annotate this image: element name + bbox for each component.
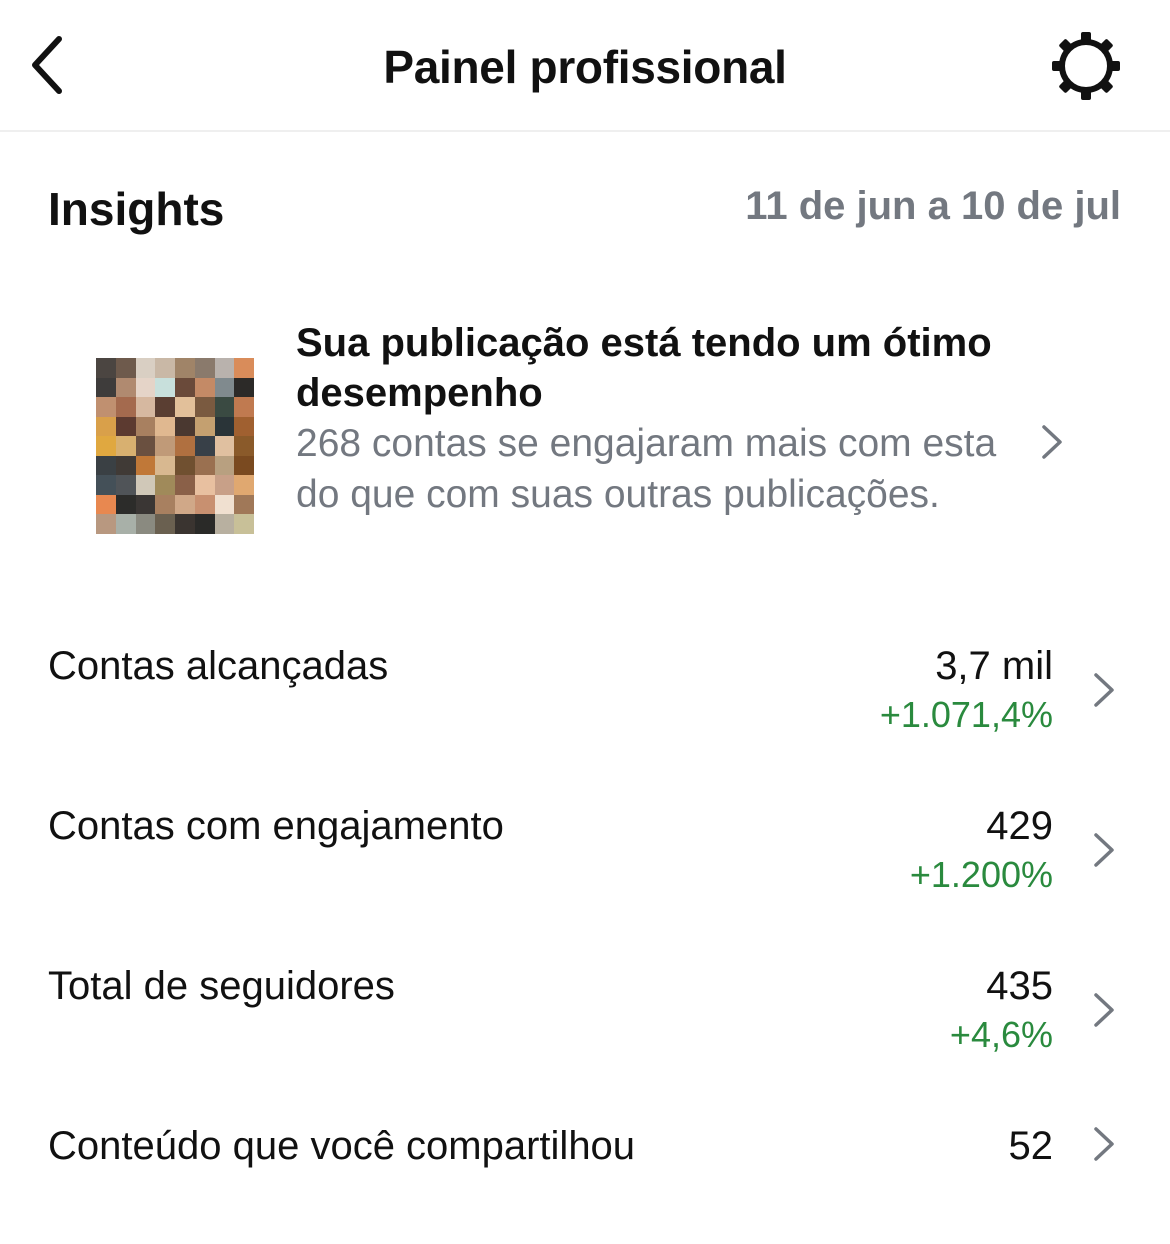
post-thumbnail[interactable] — [96, 358, 254, 534]
page-title: Painel profissional — [383, 41, 787, 93]
chevron-right-icon — [1094, 993, 1114, 1027]
metric-row-engagement[interactable]: Contas com engajamento 429 +1.200% — [0, 790, 1170, 910]
metric-label: Total de seguidores — [48, 964, 395, 1008]
metric-value: 429 — [986, 804, 1053, 848]
metric-change: +1.200% — [909, 854, 1053, 895]
date-range[interactable]: 11 de jun a 10 de jul — [745, 184, 1121, 229]
chevron-right-icon — [1042, 425, 1062, 459]
metric-value: 3,7 mil — [935, 644, 1053, 688]
insights-heading: Insights — [48, 183, 225, 235]
metric-row-followers[interactable]: Total de seguidores 435 +4,6% — [0, 950, 1170, 1070]
metric-change: +1.071,4% — [879, 694, 1053, 735]
metric-change: +4,6% — [949, 1014, 1053, 1055]
metric-label: Contas com engajamento — [48, 804, 504, 848]
highlight-description: 268 contas se engajaram mais com esta do… — [296, 422, 997, 516]
settings-button[interactable] — [1046, 29, 1126, 103]
top-bar: Painel profissional — [0, 0, 1170, 132]
highlight-title: Sua publicação está tendo um ótimo desem… — [296, 321, 992, 415]
metric-value: 52 — [1008, 1124, 1054, 1168]
chevron-right-icon — [1094, 1127, 1114, 1161]
metric-row-content-shared[interactable]: Conteúdo que você compartilhou 52 — [0, 1110, 1170, 1230]
top-post-highlight[interactable]: Sua publicação está tendo um ótimo desem… — [0, 300, 1170, 580]
chevron-right-icon — [1094, 833, 1114, 867]
metric-label: Conteúdo que você compartilhou — [48, 1124, 636, 1168]
metric-row-reach[interactable]: Contas alcançadas 3,7 mil +1.071,4% — [0, 630, 1170, 750]
gear-icon — [1052, 32, 1120, 100]
chevron-right-icon — [1094, 673, 1114, 707]
metric-value: 435 — [986, 964, 1053, 1008]
metric-label: Contas alcançadas — [48, 644, 389, 688]
